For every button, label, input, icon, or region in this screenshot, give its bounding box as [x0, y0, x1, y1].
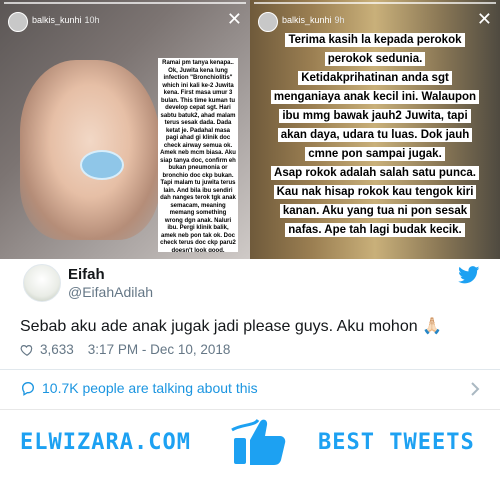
close-icon[interactable]: ✕: [477, 10, 492, 28]
sleeping-child-photo: [20, 60, 160, 240]
story-left: balkis_kunhi 10h ✕ Ramai pm tanya kenapa.…: [0, 0, 250, 259]
close-icon[interactable]: ✕: [227, 10, 242, 28]
tweet-author-name[interactable]: Eifah: [68, 266, 105, 283]
twitter-bird-icon[interactable]: [458, 266, 480, 289]
story-progress-bar: [254, 2, 496, 4]
story-text-line: Terima kasih la kepada perokok perokok s…: [285, 33, 465, 66]
talking-about-link[interactable]: 10.7K people are talking about this: [20, 380, 258, 396]
divider: [0, 369, 500, 370]
tweet-timestamp[interactable]: 3:17 PM - Dec 10, 2018: [88, 342, 231, 357]
story-time: 10h: [84, 15, 100, 25]
story-text-line: Asap rokok adalah salah satu punca. Kau …: [271, 166, 479, 237]
heart-icon[interactable]: [20, 343, 34, 357]
story-text-line: Ketidakprihatinan anda sgt menganiaya an…: [270, 71, 480, 161]
comment-icon: [21, 382, 35, 396]
avatar: [8, 12, 28, 32]
chevron-right-icon[interactable]: [470, 382, 480, 401]
story-time: 9h: [334, 15, 345, 25]
tweet-meta: 3,633 3:17 PM - Dec 10, 2018: [20, 342, 230, 357]
talking-about-text: 10.7K people are talking about this: [42, 380, 258, 396]
banner-site-name: ELWIZARA.COM: [20, 430, 191, 455]
story-progress-bar: [4, 2, 246, 4]
story-caption: Ramai pm tanya kenapa.. Ok, Juwita kena …: [158, 58, 238, 252]
thumbs-up-icon: [228, 410, 290, 472]
pacifier-photo: [80, 150, 124, 180]
story-screenshots: balkis_kunhi 10h ✕ Ramai pm tanya kenapa.…: [0, 0, 500, 259]
avatar[interactable]: [23, 264, 61, 302]
story-text-block: Terima kasih la kepada perokok perokok s…: [270, 30, 480, 239]
story-username: balkis_kunhi 9h: [282, 15, 345, 25]
avatar: [258, 12, 278, 32]
story-username: balkis_kunhi 10h: [32, 15, 100, 25]
like-count[interactable]: 3,633: [40, 342, 74, 357]
tweet-text: Sebab aku ade anak jugak jadi please guy…: [20, 318, 442, 335]
banner-tagline: BEST TWEETS: [318, 430, 475, 455]
story-right: balkis_kunhi 9h ✕ Terima kasih la kepada …: [250, 0, 500, 259]
tweet-author-handle[interactable]: @EifahAdilah: [68, 284, 153, 300]
